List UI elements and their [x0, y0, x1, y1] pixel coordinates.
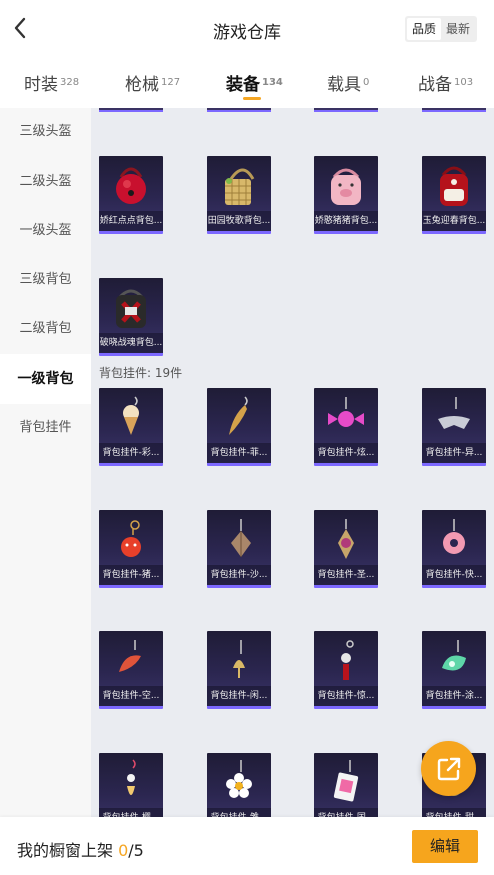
item-card[interactable]: 背包挂件-闲... — [207, 631, 271, 709]
feather-charm-icon — [127, 759, 136, 795]
item-card[interactable]: 背包挂件-空... — [99, 631, 163, 709]
previous-card-edge — [207, 108, 271, 112]
shrimp-charm-icon — [119, 640, 141, 672]
sidebar-item-backpack-charms[interactable]: 背包挂件 — [0, 404, 91, 452]
item-card[interactable]: 娇憨猪猪背包... — [314, 156, 378, 234]
gem-charm-icon — [231, 519, 251, 557]
item-card[interactable]: 背包挂件-雏... — [207, 753, 271, 817]
share-button[interactable] — [421, 741, 476, 796]
item-card[interactable]: 背包挂件-快... — [422, 510, 486, 588]
tab-equipment[interactable]: 装备 134 — [226, 70, 283, 95]
golden-blade-charm-icon — [229, 396, 248, 435]
pink-pig-backpack-icon — [331, 168, 361, 205]
sidebar-item-helmet-2[interactable]: 二级头盔 — [0, 158, 91, 206]
item-card[interactable]: 背包挂件-沙... — [207, 510, 271, 588]
silver-wing-charm-icon — [438, 397, 470, 429]
card-charm-icon — [333, 760, 359, 802]
category-tabs: 时装 328 枪械 127 装备 134 载具 0 战备 103 — [0, 58, 494, 108]
woven-basket-backpack-icon — [225, 168, 255, 205]
item-card[interactable]: 背包挂件-樱... — [99, 753, 163, 817]
edit-button[interactable]: 编辑 — [412, 830, 478, 863]
sidebar-item-backpack-1[interactable]: 一级背包 — [0, 354, 91, 404]
daisy-charm-icon — [226, 760, 252, 798]
tab-count: 127 — [161, 77, 181, 88]
tab-count: 103 — [454, 77, 474, 88]
red-tassel-charm-icon — [341, 640, 354, 680]
red-rabbit-backpack-icon — [440, 166, 468, 206]
red-round-backpack-icon — [116, 167, 146, 204]
previous-card-edge — [422, 108, 486, 112]
pink-donut-charm-icon — [443, 519, 465, 554]
sidebar-item-backpack-2[interactable]: 二级背包 — [0, 305, 91, 353]
item-card[interactable]: 背包挂件-菲... — [207, 388, 271, 466]
sort-toggle: 品质 最新 — [404, 16, 477, 42]
tab-count: 134 — [262, 77, 283, 88]
item-card[interactable]: 破晓战魂背包... — [99, 278, 163, 356]
item-card[interactable]: 背包挂件-惊... — [314, 631, 378, 709]
charms-section-label: 背包挂件: 19件 — [99, 366, 183, 380]
tab-weapons[interactable]: 枪械 127 — [125, 70, 180, 95]
item-card[interactable]: 背包挂件-国... — [314, 753, 378, 817]
item-card[interactable]: 田园牧歌背包... — [207, 156, 271, 234]
item-card[interactable]: 背包挂件-炫... — [314, 388, 378, 466]
showcase-total: /5 — [128, 841, 144, 860]
active-tab-indicator — [243, 97, 261, 100]
sidebar-item-helmet-3[interactable]: 三级头盔 — [0, 108, 91, 156]
showcase-bar: 我的橱窗上架 0/5 编辑 — [0, 817, 494, 875]
item-card[interactable]: 玉兔迎春背包... — [422, 156, 486, 234]
showcase-current-count: 0 — [118, 841, 129, 860]
tab-count: 0 — [363, 77, 370, 88]
tab-vehicles[interactable]: 载具 0 — [327, 70, 369, 95]
showcase-status: 我的橱窗上架 0/5 — [17, 841, 144, 860]
item-grid: 娇红点点背包... 田园牧歌背包... 娇憨猪猪背包... 玉兔迎春背包... — [91, 108, 494, 817]
previous-card-edge — [314, 108, 378, 112]
sidebar-item-backpack-3[interactable]: 三级背包 — [0, 256, 91, 304]
tab-combat-supplies[interactable]: 战备 103 — [418, 70, 473, 95]
tab-fashion[interactable]: 时装 328 — [24, 70, 79, 95]
candy-charm-icon — [328, 397, 364, 427]
tab-count: 328 — [60, 77, 80, 88]
header: 游戏仓库 品质 最新 — [0, 0, 494, 58]
previous-card-edge — [99, 108, 163, 112]
item-card[interactable]: 背包挂件-圣... — [314, 510, 378, 588]
ice-cream-charm-icon — [123, 396, 139, 435]
crystal-charm-icon — [338, 519, 354, 559]
pig-charm-icon — [121, 520, 141, 557]
sidebar-item-helmet-1[interactable]: 一级头盔 — [0, 207, 91, 255]
item-card[interactable]: 背包挂件-异... — [422, 388, 486, 466]
dark-red-backpack-icon — [116, 289, 146, 328]
item-card[interactable]: 背包挂件-猪... — [99, 510, 163, 588]
item-card[interactable]: 背包挂件-彩... — [99, 388, 163, 466]
sort-newest-button[interactable]: 最新 — [441, 18, 475, 40]
sidebar: 三级头盔 二级头盔 一级头盔 三级背包 二级背包 一级背包 背包挂件 — [0, 108, 91, 817]
bell-charm-icon — [233, 640, 245, 678]
sort-quality-button[interactable]: 品质 — [406, 18, 441, 40]
green-shell-charm-icon — [442, 640, 466, 671]
item-card[interactable]: 背包挂件-涂... — [422, 631, 486, 709]
item-card[interactable]: 娇红点点背包... — [99, 156, 163, 234]
share-icon — [437, 757, 460, 780]
